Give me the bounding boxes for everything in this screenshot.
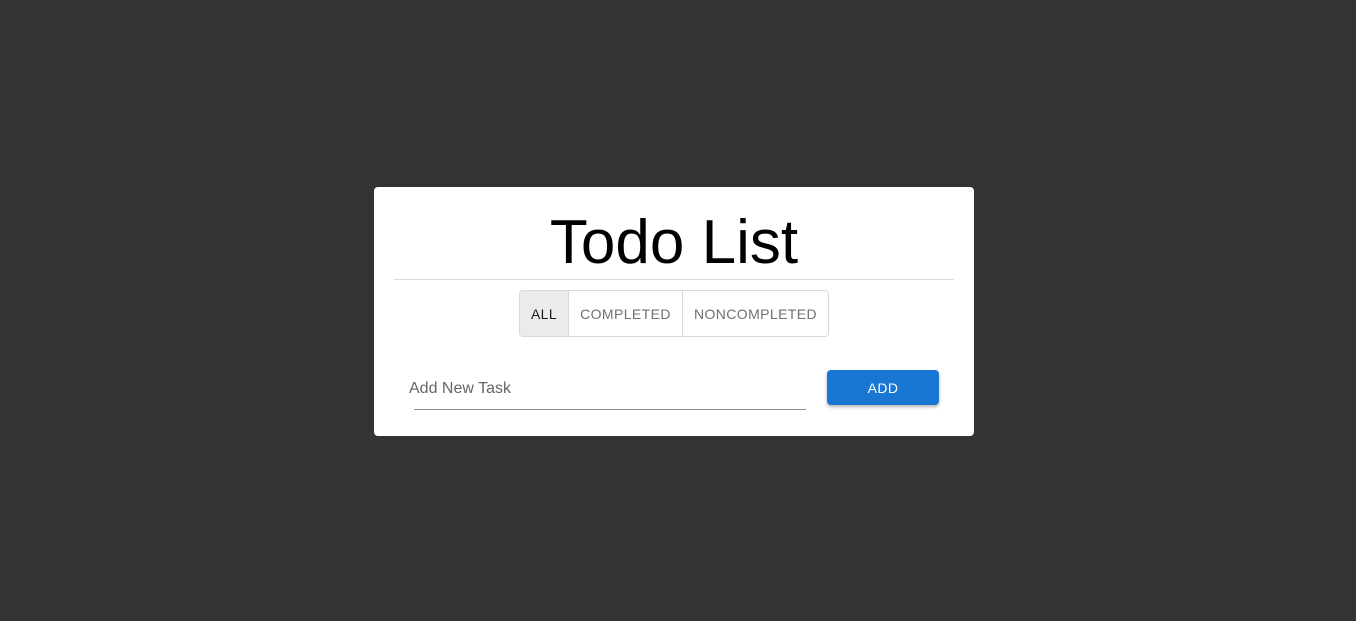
input-underline (414, 409, 806, 410)
add-task-button[interactable]: ADD (827, 370, 939, 405)
task-input-field (409, 372, 806, 412)
page-title: Todo List (549, 208, 799, 277)
task-input[interactable] (409, 372, 806, 406)
filter-all-button[interactable]: ALL (520, 291, 569, 336)
filter-button-group: ALL COMPLETED NONCOMPLETED (519, 290, 829, 337)
filter-completed-button[interactable]: COMPLETED (569, 291, 683, 336)
todo-card: Todo List ALL COMPLETED NONCOMPLETED ADD (374, 187, 974, 436)
title-divider (394, 279, 954, 280)
filter-noncompleted-button[interactable]: NONCOMPLETED (683, 291, 828, 336)
